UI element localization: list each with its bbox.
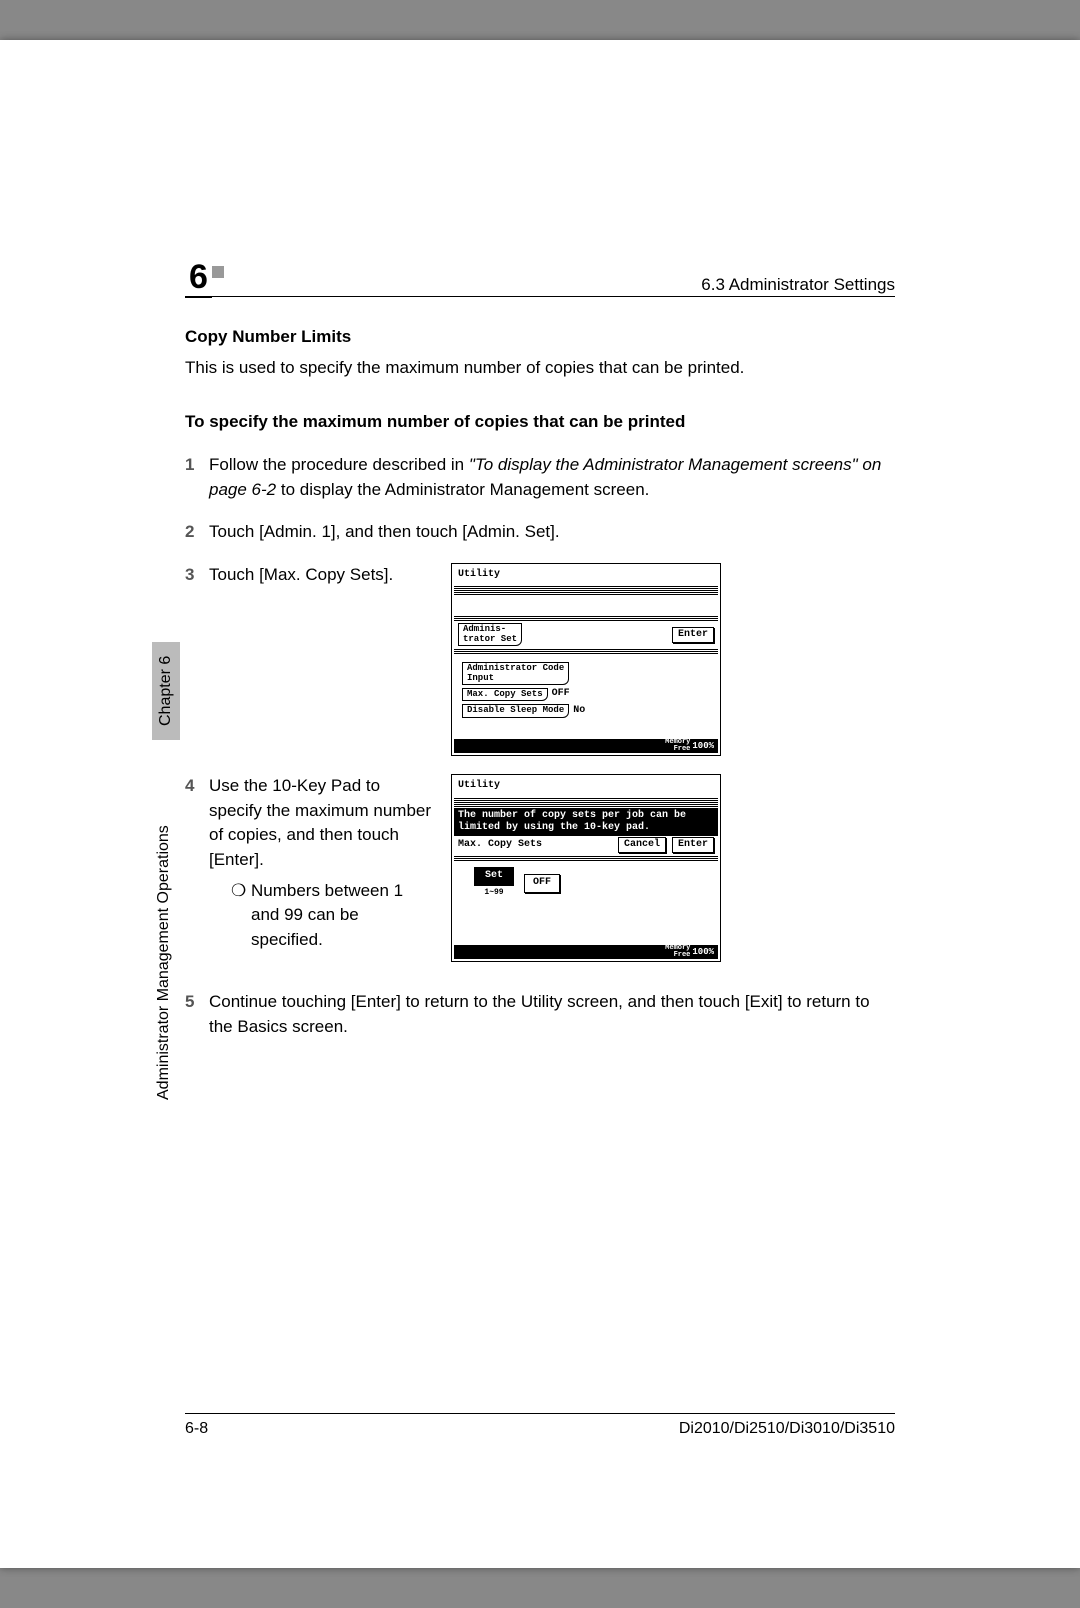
lcd-decoration — [454, 585, 718, 595]
step-text-prefix: Follow the procedure described in — [209, 455, 469, 474]
footer-page-number: 6-8 — [185, 1420, 208, 1438]
step-sub-bullet: ❍ Numbers between 1 and 99 can be specif… — [231, 879, 435, 953]
lcd-memory-status: Memory Free 100% — [454, 739, 718, 753]
bullet-text: Numbers between 1 and 99 can be specifie… — [251, 879, 435, 953]
lcd-enter-button: Enter — [672, 837, 714, 854]
step-number: 1 — [185, 453, 209, 478]
page-footer: 6-8 Di2010/Di2510/Di3010/Di3510 — [185, 1413, 895, 1438]
intro-paragraph: This is used to specify the maximum numb… — [185, 356, 895, 381]
lcd-button-admin-code-input: Administrator Code Input — [462, 662, 569, 685]
step-text-suffix: to display the Administrator Management … — [276, 480, 649, 499]
lcd-decoration — [454, 615, 718, 621]
lcd-title: Utility — [454, 566, 718, 585]
lcd-value-max-copy: OFF — [552, 687, 570, 702]
bullet-icon: ❍ — [231, 879, 251, 953]
footer-model: Di2010/Di2510/Di3010/Di3510 — [679, 1420, 895, 1438]
procedure-heading: To specify the maximum number of copies … — [185, 410, 895, 435]
lcd-label-max-copy-sets: Max. Copy Sets — [458, 838, 542, 853]
step-number: 4 — [185, 774, 209, 952]
step-text: Touch [Max. Copy Sets]. — [209, 563, 435, 588]
lcd-row-admin-code: Administrator Code Input — [458, 661, 714, 686]
step-3: 3 Touch [Max. Copy Sets]. Utility Admini… — [185, 563, 895, 756]
step-2: 2 Touch [Admin. 1], and then touch [Admi… — [185, 520, 895, 545]
lcd-decoration — [454, 855, 718, 861]
lcd-tab-admin-set: Adminis- trator Set — [458, 623, 522, 646]
document-page: 6 6.3 Administrator Settings Copy Number… — [0, 40, 1080, 1568]
lcd-memory-value: 100% — [692, 740, 714, 753]
lcd-tab-row: Adminis- trator Set Enter — [454, 622, 718, 647]
lcd-button-disable-sleep: Disable Sleep Mode — [462, 704, 569, 717]
step-text: Touch [Admin. 1], and then touch [Admin.… — [209, 520, 895, 545]
step-1: 1 Follow the procedure described in "To … — [185, 453, 895, 502]
lcd-screenshot-admin-set: Utility Adminis- trator Set Enter Admini… — [451, 563, 721, 756]
lcd-memory-label: Memory Free — [665, 945, 690, 959]
lcd-set-row: Set 1~99 OFF — [458, 866, 714, 901]
header-rule — [203, 296, 895, 297]
lcd-decoration — [454, 797, 718, 807]
lcd-memory-status: Memory Free 100% — [454, 945, 718, 959]
page-header: 6 6.3 Administrator Settings — [185, 260, 895, 298]
step-left-col: 4 Use the 10-Key Pad to specify the maxi… — [185, 774, 435, 952]
step-left-col: 3 Touch [Max. Copy Sets]. — [185, 563, 435, 588]
step-5: 5 Continue touching [Enter] to return to… — [185, 990, 895, 1039]
lcd-message: The number of copy sets per job can be l… — [454, 808, 718, 836]
step-text-body: Use the 10-Key Pad to specify the maximu… — [209, 776, 431, 869]
step-number: 5 — [185, 990, 209, 1015]
lcd-value-disable-sleep: No — [573, 704, 585, 719]
chapter-number: 6 — [185, 260, 212, 298]
step-text: Follow the procedure described in "To di… — [209, 453, 895, 502]
lcd-enter-button: Enter — [672, 627, 714, 644]
lcd-title: Utility — [454, 777, 718, 796]
page-content: Copy Number Limits This is used to speci… — [185, 325, 895, 1039]
lcd-row-max-copy-sets: Max. Copy Sets OFF — [458, 686, 714, 703]
lcd-off-button: OFF — [524, 874, 560, 893]
lcd-set-button: Set 1~99 — [474, 867, 514, 900]
side-chapter-tab: Chapter 6 — [152, 642, 180, 740]
lcd-action-row: Max. Copy Sets Cancel Enter — [454, 836, 718, 855]
side-chapter-label: Chapter 6 — [152, 642, 180, 740]
topic-heading: Copy Number Limits — [185, 325, 895, 350]
side-chapter-title: Administrator Management Operations — [155, 825, 173, 1100]
step-number: 3 — [185, 563, 209, 588]
step-text: Use the 10-Key Pad to specify the maximu… — [209, 774, 435, 952]
step-4: 4 Use the 10-Key Pad to specify the maxi… — [185, 774, 895, 962]
lcd-decoration — [454, 648, 718, 654]
lcd-screenshot-max-copy-sets: Utility The number of copy sets per job … — [451, 774, 721, 962]
step-text: Continue touching [Enter] to return to t… — [209, 990, 895, 1039]
lcd-memory-label: Memory Free — [665, 739, 690, 753]
section-heading: 6.3 Administrator Settings — [701, 275, 895, 298]
lcd-memory-value: 100% — [692, 946, 714, 959]
lcd-row-disable-sleep: Disable Sleep Mode No — [458, 703, 714, 720]
step-number: 2 — [185, 520, 209, 545]
lcd-cancel-button: Cancel — [618, 837, 666, 854]
lcd-button-max-copy-sets: Max. Copy Sets — [462, 688, 548, 701]
